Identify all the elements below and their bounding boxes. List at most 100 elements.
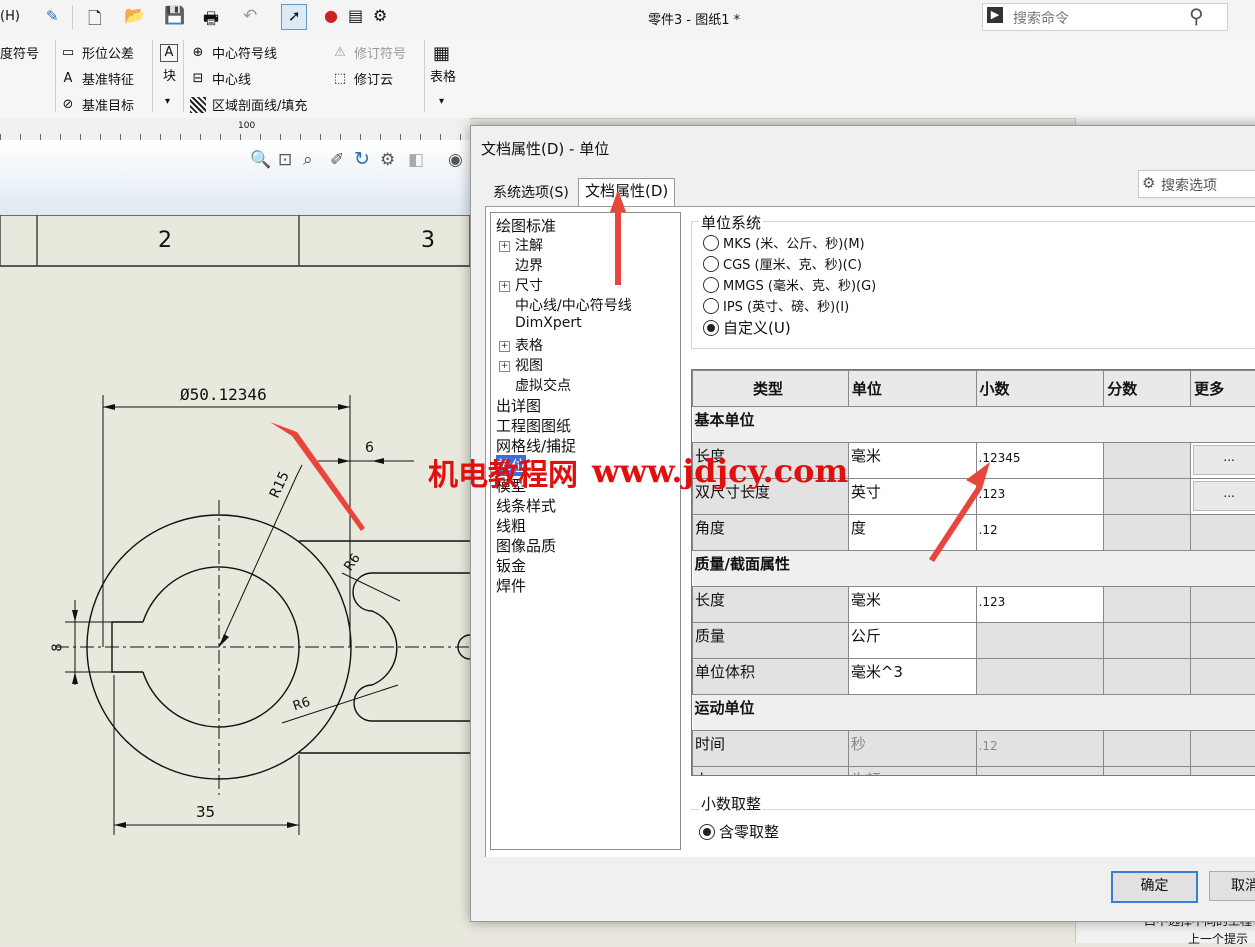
display-style-icon[interactable]: ◧ [408,150,424,170]
table-button[interactable]: 表格 [430,66,456,85]
file-properties-icon[interactable]: ▤ [348,6,363,25]
degree-symbol-tool[interactable]: 度符号 [0,43,39,62]
pan-icon[interactable]: ✐ [330,150,344,170]
decimal-cell[interactable]: .12345 [976,443,1104,479]
unit-cell[interactable]: 秒 [848,731,976,767]
decimal-cell[interactable] [976,659,1104,695]
decimal-cell[interactable]: .123 [976,479,1104,515]
keyway-dimension[interactable]: 8 [51,643,66,651]
fraction-cell[interactable] [1104,479,1191,515]
fraction-cell[interactable] [1104,515,1191,551]
traffic-light-icon[interactable]: ● [324,6,338,25]
length-dimension[interactable]: 35 [196,803,215,821]
tab-document-properties[interactable]: 文档属性(D) [578,178,675,206]
zoom-fit-icon[interactable]: 🔍 [250,150,271,170]
rotate-icon[interactable]: ↻ [354,148,370,170]
tree-item[interactable]: 线粗 [496,515,526,536]
unit-system-radio[interactable]: MKS (米、公斤、秒)(M) [703,233,865,252]
tree-item[interactable]: 钣金 [496,555,526,576]
width-dimension[interactable]: 6 [365,440,374,456]
tree-item[interactable]: 中心线/中心符号线 [515,295,632,315]
block-icon[interactable]: A [160,44,178,62]
unit-system-radio[interactable]: CGS (厘米、克、秒)(C) [703,254,862,273]
hide-show-icon[interactable]: ◉ [448,150,463,170]
tree-item[interactable]: 图像品质 [496,535,556,556]
view-settings-icon[interactable]: ⚙ [380,150,395,170]
unit-system-radio[interactable]: IPS (英寸、磅、秒)(I) [703,296,849,315]
unit-cell[interactable]: 毫米 [848,587,976,623]
geometric-tolerance-tool[interactable]: ▭形位公差 [60,43,134,62]
expand-icon[interactable]: + [499,361,510,372]
zoom-area-icon[interactable]: ⊡ [278,150,292,170]
block-dropdown-icon[interactable]: ▾ [165,96,170,107]
tree-item[interactable]: 焊件 [496,575,526,596]
ok-button[interactable]: 确定 [1111,871,1198,903]
options-gear-icon[interactable]: ⚙ [373,6,387,25]
round-half-away-radio[interactable]: 含零取整 [699,821,779,842]
command-search-input[interactable]: ▶ 搜索命令 ⚲ [982,3,1228,31]
unit-cell[interactable]: 毫米^3 [848,659,976,695]
decimal-cell[interactable]: .12 [976,515,1104,551]
tree-item[interactable]: DimXpert [515,315,582,331]
fraction-cell[interactable] [1104,731,1191,767]
new-file-icon[interactable]: 🗋 [88,6,102,35]
help-menu[interactable]: (H) [0,9,20,24]
expand-icon[interactable]: + [499,281,510,292]
tab-system-options[interactable]: 系统选项(S) [487,181,575,205]
center-mark-tool[interactable]: ⊕中心符号线 [190,43,277,62]
unit-cell[interactable]: 度 [848,515,976,551]
datum-target-tool[interactable]: ⊘基准目标 [60,95,134,114]
fraction-cell[interactable] [1104,587,1191,623]
search-icon[interactable]: ⚲ [1189,4,1204,28]
cancel-button[interactable]: 取消 [1209,871,1255,901]
tree-item[interactable]: 注解 [515,235,543,255]
decimal-cell[interactable]: .12 [976,731,1104,767]
expand-icon[interactable]: + [499,341,510,352]
unit-cell[interactable]: 公斤 [848,623,976,659]
drawing-sheet[interactable]: 2 3 Ø50.12346 6 R15 R6 R6 8 35 [0,215,470,943]
decimal-cell[interactable]: .12 [976,767,1104,777]
more-cell[interactable]: ... [1191,443,1255,479]
options-search-input[interactable]: ⚙ 搜索选项 [1138,170,1255,198]
tree-item[interactable]: 绘图标准 [496,215,556,236]
tree-item[interactable]: 工程图图纸 [496,415,571,436]
unit-cell[interactable]: 牛顿 [848,767,976,777]
pin-icon[interactable]: ✎ [46,7,59,25]
unit-cell[interactable]: 英寸 [848,479,976,515]
fraction-cell[interactable] [1104,623,1191,659]
table-dropdown-icon[interactable]: ▾ [439,96,444,107]
area-hatch-tool[interactable]: 区域剖面线/填充 [190,95,307,114]
fraction-cell[interactable] [1104,767,1191,777]
tree-item[interactable]: 视图 [515,355,543,375]
more-cell[interactable]: ... [1191,479,1255,515]
tree-item[interactable]: 表格 [515,335,543,355]
revision-symbol-tool[interactable]: ⚠修订符号 [332,43,406,62]
print-icon[interactable]: 🖶 [203,6,219,35]
revision-cloud-tool[interactable]: ⬚修订云 [332,69,393,88]
diameter-dimension[interactable]: Ø50.12346 [180,385,267,404]
zoom-prev-icon[interactable]: ⌕ [303,150,313,170]
datum-feature-tool[interactable]: A基准特征 [60,69,134,88]
select-button[interactable]: ➚ [281,4,307,30]
tree-item[interactable]: 尺寸 [515,275,543,295]
table-icon[interactable]: ▦ [433,43,450,64]
decimal-cell[interactable]: .123 [976,587,1104,623]
expand-icon[interactable]: + [499,241,510,252]
centerline-tool[interactable]: ⊟中心线 [190,69,251,88]
unit-system-radio[interactable]: 自定义(U) [703,317,791,338]
undo-icon[interactable]: ↶ [243,6,257,26]
tree-item[interactable]: 出详图 [496,395,541,416]
unit-system-radio[interactable]: MMGS (毫米、克、秒)(G) [703,275,876,294]
fraction-cell[interactable] [1104,443,1191,479]
options-tree[interactable]: 绘图标准+注解边界+尺寸中心线/中心符号线DimXpert+表格+视图虚拟交点出… [490,212,681,850]
fraction-cell[interactable] [1104,659,1191,695]
block-button[interactable]: 块 [163,65,176,84]
tree-item[interactable]: 虚拟交点 [515,375,571,395]
unit-cell[interactable]: 毫米 [848,443,976,479]
tree-item[interactable]: 线条样式 [496,495,556,516]
more-button[interactable]: ... [1193,481,1255,511]
more-button[interactable]: ... [1193,445,1255,475]
decimal-cell[interactable] [976,623,1104,659]
open-file-icon[interactable]: 📂 [124,6,145,26]
save-icon[interactable]: 💾 [164,6,185,26]
